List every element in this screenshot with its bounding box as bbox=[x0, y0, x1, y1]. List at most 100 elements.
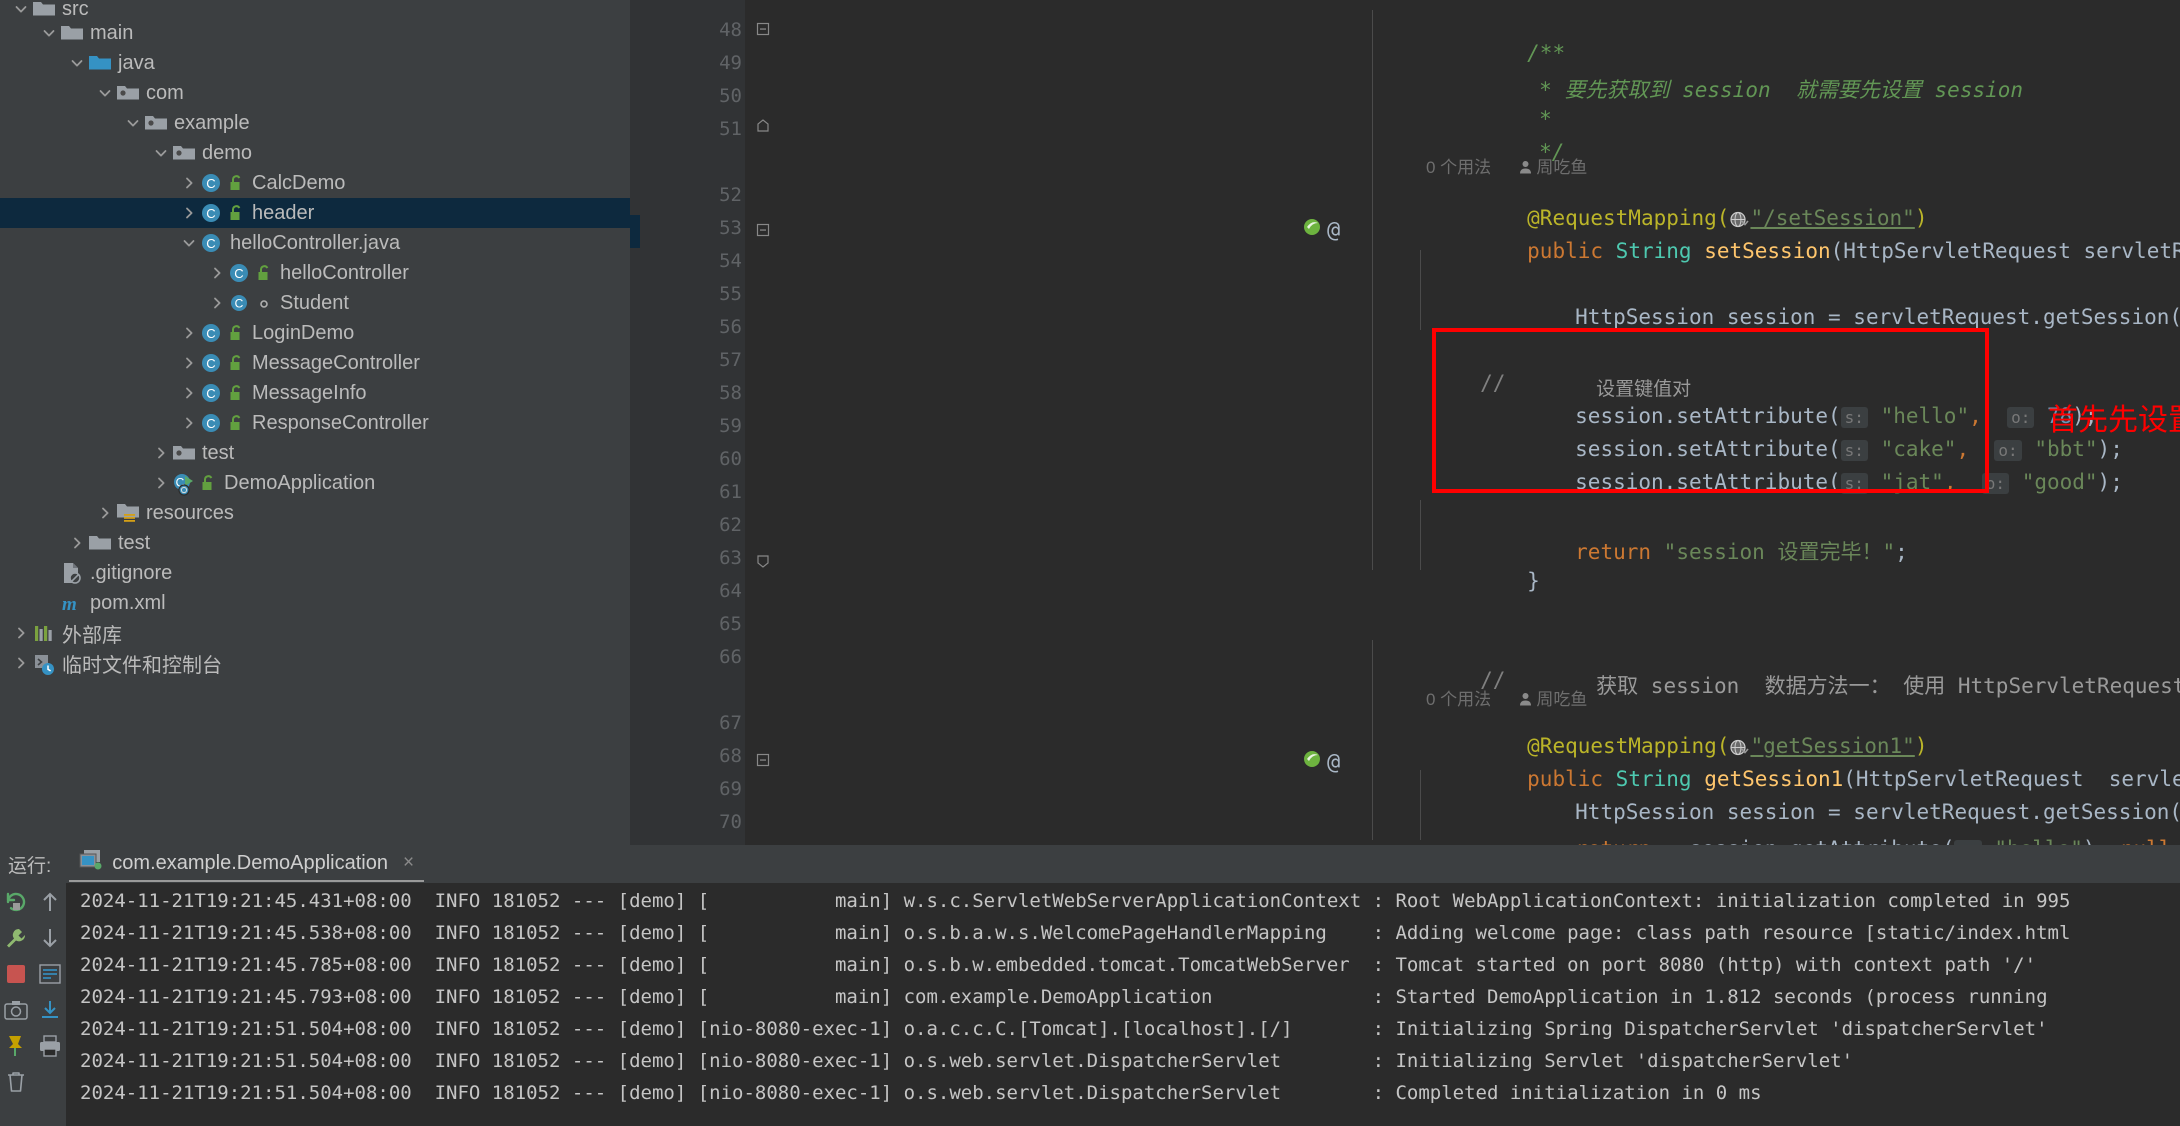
chevron-right-icon[interactable] bbox=[150, 476, 172, 490]
fold-marker-51[interactable] bbox=[754, 118, 772, 136]
stop-icon[interactable] bbox=[3, 961, 29, 987]
tree-item-hellocontroller[interactable]: ChelloController bbox=[0, 258, 630, 288]
fold-marker-63[interactable] bbox=[754, 553, 772, 571]
pin-icon[interactable] bbox=[3, 1033, 29, 1059]
public-lock-icon bbox=[228, 384, 245, 402]
usage-hint-2[interactable]: 0 个用法 周吃鱼 bbox=[1426, 685, 1587, 710]
chevron-right-icon[interactable] bbox=[206, 296, 228, 310]
tree-item-student[interactable]: C Student bbox=[0, 288, 630, 318]
up-arrow-icon[interactable] bbox=[37, 889, 63, 915]
tree-item-com[interactable]: com bbox=[0, 78, 630, 108]
code-token-string-key: "hello" bbox=[1994, 837, 2083, 845]
tree-item-main[interactable]: main bbox=[0, 18, 630, 48]
tree-item-java[interactable]: java bbox=[0, 48, 630, 78]
code-line-70[interactable]: return session.getAttribute(s: "hello")=… bbox=[1474, 809, 2180, 845]
spring-bean-icon-68[interactable] bbox=[1302, 748, 1324, 774]
spring-bean-icon-53[interactable] bbox=[1302, 216, 1324, 242]
tree-item-label: pom.xml bbox=[90, 591, 166, 614]
fold-marker-48[interactable] bbox=[754, 21, 772, 39]
chevron-down-icon[interactable] bbox=[122, 116, 144, 130]
tree-item-messagecontroller[interactable]: C MessageController bbox=[0, 348, 630, 378]
code-token-comment-text: 要先获取到 session 就需要先设置 session bbox=[1564, 78, 2024, 102]
trash-icon[interactable] bbox=[3, 1069, 29, 1095]
close-icon[interactable]: × bbox=[403, 852, 414, 874]
chevron-right-icon[interactable] bbox=[10, 656, 32, 670]
tree-item-src[interactable]: src bbox=[0, 0, 630, 20]
tree-item-label: DemoApplication bbox=[224, 471, 376, 494]
scroll-end-icon[interactable] bbox=[37, 997, 63, 1023]
annotation-gutter-marker-68[interactable]: @ bbox=[1327, 750, 1340, 775]
chevron-right-icon[interactable] bbox=[10, 626, 32, 640]
chevron-right-icon[interactable] bbox=[178, 356, 200, 370]
line-number-68: 68 bbox=[719, 745, 742, 767]
svg-text:C: C bbox=[206, 356, 215, 371]
tree-item-logindemo[interactable]: C LoginDemo bbox=[0, 318, 630, 348]
rerun-icon[interactable] bbox=[3, 889, 29, 915]
run-toolbar[interactable] bbox=[0, 883, 66, 1126]
tree-item-messageinfo[interactable]: C MessageInfo bbox=[0, 378, 630, 408]
class-c-icon: C bbox=[200, 322, 224, 344]
chevron-right-icon[interactable] bbox=[206, 266, 228, 280]
tree-item-header[interactable]: Cheader bbox=[0, 198, 630, 228]
tree-item-外部库[interactable]: 外部库 bbox=[0, 618, 630, 648]
tree-item-label: helloController.java bbox=[230, 231, 401, 254]
code-editor[interactable]: 48 49 50 51 52 53 54 55 56 57 58 59 60 61 62 63 64 65 66 67… bbox=[630, 0, 2180, 845]
chevron-down-icon[interactable] bbox=[178, 236, 200, 250]
tree-item-demo[interactable]: demo bbox=[0, 138, 630, 168]
tree-item-label: com bbox=[146, 81, 184, 104]
wrench-icon[interactable] bbox=[3, 925, 29, 951]
code-token-params: (HttpServletRequest servletRequest) { bbox=[1830, 239, 2180, 263]
code-line-63[interactable]: } bbox=[1426, 545, 1540, 617]
print-icon[interactable] bbox=[37, 1033, 63, 1059]
line-number-49: 49 bbox=[719, 52, 742, 74]
tree-item-test[interactable]: test bbox=[0, 438, 630, 468]
run-tab[interactable]: com.example.DemoApplication × bbox=[69, 846, 425, 882]
camera-icon[interactable] bbox=[3, 997, 29, 1023]
class-c-icon: C bbox=[200, 202, 224, 224]
usage-hint-1[interactable]: 0 个用法 周吃鱼 bbox=[1426, 153, 1587, 178]
soft-wrap-icon[interactable] bbox=[37, 961, 63, 987]
chevron-right-icon[interactable] bbox=[150, 446, 172, 460]
tree-item-calcdemo[interactable]: C CalcDemo bbox=[0, 168, 630, 198]
tree-item-label: example bbox=[174, 111, 250, 134]
code-line-53[interactable]: public String setSession(HttpServletRequ… bbox=[1426, 215, 2180, 287]
tree-item-test[interactable]: test bbox=[0, 528, 630, 558]
code-line-60[interactable]: session.setAttribute(s: "jat", o: "good"… bbox=[1474, 446, 2123, 518]
chevron-down-icon[interactable] bbox=[94, 86, 116, 100]
public-lock-icon bbox=[228, 414, 245, 432]
tree-item-demoapplication[interactable]: C DemoApplication bbox=[0, 468, 630, 498]
tree-item-hellocontrollerjava[interactable]: ChelloController.java bbox=[0, 228, 630, 258]
chevron-right-icon[interactable] bbox=[94, 506, 116, 520]
tree-item-临时文件和控制台[interactable]: 临时文件和控制台 bbox=[0, 648, 630, 678]
fold-marker-68[interactable] bbox=[754, 752, 772, 770]
code-token-return: return bbox=[1575, 837, 1651, 845]
line-number-57: 57 bbox=[719, 349, 742, 371]
code-token-getattr: session.getAttribute( bbox=[1689, 837, 1955, 845]
down-arrow-icon[interactable] bbox=[37, 925, 63, 951]
svg-text:C: C bbox=[206, 206, 215, 221]
chevron-right-icon[interactable] bbox=[66, 536, 88, 550]
chevron-right-icon[interactable] bbox=[178, 176, 200, 190]
tree-item-label: LoginDemo bbox=[252, 321, 355, 344]
console-output[interactable]: 2024-11-21T19:21:45.431+08:00 INFO 18105… bbox=[66, 883, 2180, 1126]
tree-item-pomxml[interactable]: m pom.xml bbox=[0, 588, 630, 618]
tree-item-gitignore[interactable]: .gitignore bbox=[0, 558, 630, 588]
chevron-right-icon[interactable] bbox=[178, 326, 200, 340]
tree-item-example[interactable]: example bbox=[0, 108, 630, 138]
line-number-66: 66 bbox=[719, 646, 742, 668]
fold-marker-53[interactable] bbox=[754, 222, 772, 240]
line-number-67: 67 bbox=[719, 712, 742, 734]
project-tree-panel[interactable]: src main java com example demo C CalcDemo Cheade… bbox=[0, 0, 630, 845]
tree-item-label: header bbox=[252, 201, 315, 224]
chevron-down-icon[interactable] bbox=[10, 2, 32, 16]
chevron-down-icon[interactable] bbox=[66, 56, 88, 70]
chevron-right-icon[interactable] bbox=[178, 386, 200, 400]
chevron-right-icon[interactable] bbox=[178, 416, 200, 430]
code-line-55[interactable]: HttpSession session = servletRequest.get… bbox=[1474, 281, 2180, 353]
chevron-down-icon[interactable] bbox=[38, 26, 60, 40]
chevron-down-icon[interactable] bbox=[150, 146, 172, 160]
tree-item-resources[interactable]: resources bbox=[0, 498, 630, 528]
tree-item-responsecontroller[interactable]: C ResponseController bbox=[0, 408, 630, 438]
chevron-right-icon[interactable] bbox=[178, 206, 200, 220]
annotation-gutter-marker-53[interactable]: @ bbox=[1327, 218, 1340, 243]
